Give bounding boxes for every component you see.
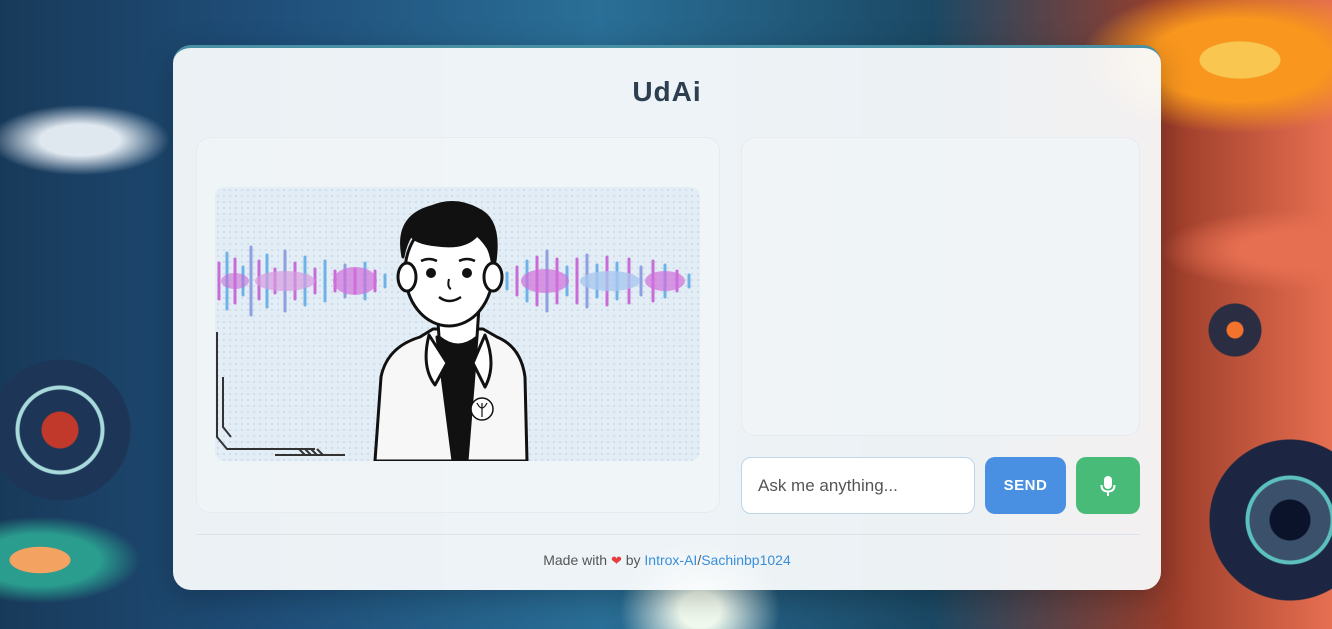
microphone-icon	[1100, 475, 1116, 496]
footer: Made with ❤ by Introx-AI/Sachinbp1024	[173, 552, 1161, 569]
send-button[interactable]: SEND	[985, 457, 1066, 514]
heart-icon: ❤	[610, 553, 622, 568]
chat-input[interactable]	[741, 457, 975, 514]
chat-messages-area	[741, 137, 1140, 436]
avatar-video[interactable]	[215, 187, 700, 461]
page-title: UdAi	[632, 76, 702, 107]
person	[373, 201, 529, 461]
waveform-right	[505, 249, 691, 313]
hud-corner	[216, 332, 345, 456]
footer-link-sachin[interactable]: Sachinbp1024	[701, 552, 791, 568]
footer-by: by	[625, 552, 641, 568]
footer-made-with: Made with	[543, 552, 608, 568]
footer-divider	[196, 534, 1140, 535]
footer-link-introx[interactable]: Introx-AI	[644, 552, 697, 568]
avatar-illustration	[216, 201, 691, 461]
waveform-left	[217, 245, 387, 317]
mic-button[interactable]	[1076, 457, 1140, 514]
avatar-video-card	[196, 137, 720, 513]
main-panel: UdAi Ask me anything... SEND Made with ❤…	[173, 45, 1161, 590]
